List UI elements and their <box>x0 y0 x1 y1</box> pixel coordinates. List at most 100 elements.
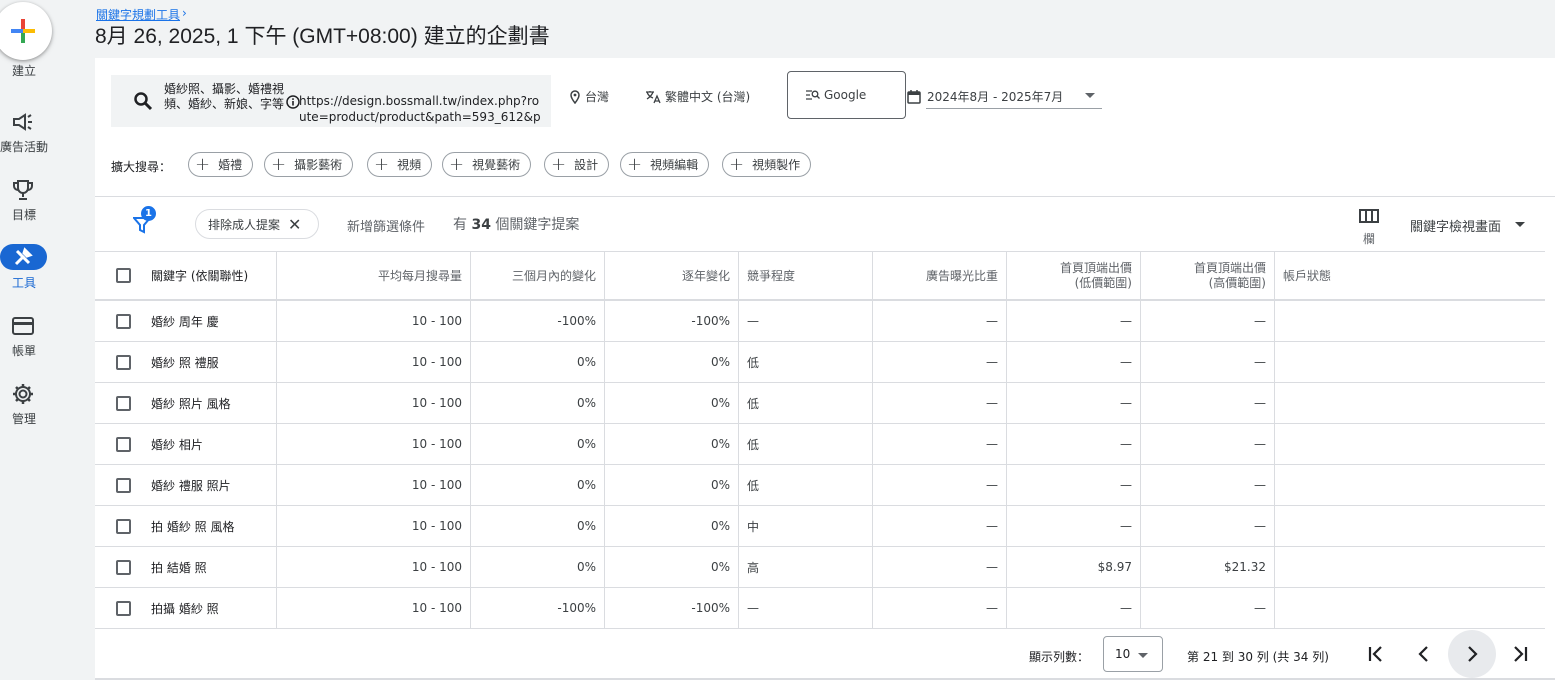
rail-item-admin[interactable]: 管理 <box>0 382 48 438</box>
gear-icon <box>11 382 35 406</box>
last-page-icon <box>1514 646 1528 662</box>
cell-impression-share: — <box>873 465 1007 505</box>
cell-bid-low: — <box>1007 424 1141 464</box>
column-header-impression-share[interactable]: 廣告曝光比重 <box>873 252 1007 299</box>
expand-chip[interactable]: + 視頻編輯 <box>620 152 710 177</box>
cell-avg-monthly: 10 - 100 <box>277 383 471 423</box>
expand-chip[interactable]: + 視頻製作 <box>722 152 812 177</box>
expand-chip[interactable]: + 設計 <box>544 152 610 177</box>
expand-chip[interactable]: + 攝影藝術 <box>264 152 354 177</box>
cell-competition: 低 <box>739 465 873 505</box>
active-filter-chip[interactable]: 排除成人提案 ✕ <box>195 209 319 239</box>
cell-bid-high: — <box>1141 383 1275 423</box>
column-header-bid-high[interactable]: 首頁頂端出價 (高價範圍) <box>1141 252 1275 299</box>
rows-per-page-select[interactable]: 10 <box>1103 636 1163 672</box>
column-header-competition[interactable]: 競爭程度 <box>739 252 873 299</box>
expand-chip[interactable]: + 婚禮 <box>188 152 254 177</box>
row-checkbox[interactable] <box>116 601 131 616</box>
cell-three-month: 0% <box>471 424 605 464</box>
date-range-selector[interactable]: 2024年8月 - 2025年7月 <box>907 88 1063 105</box>
keyword-view-selector[interactable]: 關鍵字檢視畫面 <box>1410 216 1501 235</box>
cell-account-status <box>1275 547 1545 587</box>
column-header-three-month[interactable]: 三個月內的變化 <box>471 252 605 299</box>
chevron-right-icon <box>1468 646 1478 662</box>
column-header-bid-low[interactable]: 首頁頂端出價 (低價範圍) <box>1007 252 1141 299</box>
language-selector[interactable]: 繁體中文 (台灣) <box>645 88 750 105</box>
columns-icon <box>1359 209 1379 223</box>
rail-item-campaigns[interactable]: 廣告活動 <box>0 110 48 166</box>
cell-avg-monthly: 10 - 100 <box>277 301 471 341</box>
column-header-avg-monthly[interactable]: 平均每月搜尋量 <box>277 252 471 299</box>
billing-icon <box>11 314 35 338</box>
columns-button[interactable] <box>1357 208 1381 227</box>
cell-account-status <box>1275 301 1545 341</box>
cell-yoy: -100% <box>605 301 739 341</box>
cell-avg-monthly: 10 - 100 <box>277 342 471 382</box>
expand-chip[interactable]: + 視覺藝術 <box>442 152 532 177</box>
cell-keyword: 拍 婚紗 照 風格 <box>143 506 277 546</box>
add-filter-button[interactable]: 新增篩選條件 <box>347 216 425 235</box>
table-row: 拍 婚紗 照 風格 10 - 100 0% 0% 中 — — — <box>95 506 1545 547</box>
rail-item-billing[interactable]: 帳單 <box>0 314 48 370</box>
row-checkbox[interactable] <box>116 314 131 329</box>
cell-bid-high: $21.32 <box>1141 547 1275 587</box>
first-page-button[interactable] <box>1352 630 1400 678</box>
next-page-button[interactable] <box>1448 630 1496 678</box>
cell-account-status <box>1275 465 1545 505</box>
select-all-checkbox[interactable] <box>116 268 131 283</box>
row-checkbox[interactable] <box>116 355 131 370</box>
cell-keyword: 婚紗 照 禮服 <box>143 342 277 382</box>
cell-account-status <box>1275 424 1545 464</box>
chevron-left-icon <box>1418 646 1428 662</box>
location-selector[interactable]: 台灣 <box>569 88 609 105</box>
results-count: 有 34 個關鍵字提案 <box>453 217 580 233</box>
keyword-table: 關鍵字 (依關聯性) 平均每月搜尋量 三個月內的變化 逐年變化 競爭程度 廣告曝… <box>95 251 1545 629</box>
previous-page-button[interactable] <box>1400 630 1448 678</box>
cell-account-status <box>1275 506 1545 546</box>
row-checkbox[interactable] <box>116 396 131 411</box>
column-header-account-status: 帳戶狀態 <box>1283 269 1332 283</box>
chevron-down-icon <box>1138 653 1148 658</box>
cell-impression-share: — <box>873 424 1007 464</box>
last-page-button[interactable] <box>1496 630 1544 678</box>
search-network-selector[interactable]: Google <box>787 71 906 119</box>
row-checkbox[interactable] <box>116 478 131 493</box>
cell-account-status <box>1275 342 1545 382</box>
cell-bid-high: — <box>1141 506 1275 546</box>
translate-icon <box>646 90 661 103</box>
plus-icon <box>11 19 35 43</box>
table-body: 婚紗 周年 慶 10 - 100 -100% -100% — — — — 婚紗 照 禮服 10 -… <box>95 301 1545 629</box>
table-row: 婚紗 周年 慶 10 - 100 -100% -100% — — — — <box>95 301 1545 342</box>
website-url: https://design.bossmall.tw/index.php?rou… <box>299 94 541 124</box>
cell-bid-high: — <box>1141 465 1275 505</box>
row-checkbox[interactable] <box>116 519 131 534</box>
info-icon[interactable] <box>286 95 300 109</box>
page-range-text: 第 21 到 30 列 (共 34 列) <box>1187 650 1329 664</box>
expand-chip[interactable]: + 視頻 <box>367 152 433 177</box>
row-checkbox[interactable] <box>116 437 131 452</box>
cell-three-month: 0% <box>471 383 605 423</box>
table-row: 婚紗 照片 風格 10 - 100 0% 0% 低 — — — <box>95 383 1545 424</box>
cell-three-month: 0% <box>471 506 605 546</box>
cell-competition: 中 <box>739 506 873 546</box>
cell-avg-monthly: 10 - 100 <box>277 547 471 587</box>
keyword-search-field[interactable]: 婚紗照、攝影、婚禮視頻、婚紗、新娘、字等 https://design.boss… <box>111 75 551 127</box>
rail-item-goals[interactable]: 目標 <box>0 178 48 234</box>
cell-account-status <box>1275 383 1545 423</box>
location-pin-icon <box>570 89 580 104</box>
plus-icon: + <box>449 153 465 175</box>
column-header-yoy[interactable]: 逐年變化 <box>605 252 739 299</box>
cell-three-month: -100% <box>471 588 605 628</box>
cell-keyword: 婚紗 禮服 照片 <box>143 465 277 505</box>
close-icon[interactable]: ✕ <box>288 215 301 234</box>
rail-item-tools[interactable]: 工具 <box>0 244 48 300</box>
cell-bid-low: — <box>1007 301 1141 341</box>
table-row: 婚紗 照 禮服 10 - 100 0% 0% 低 — — — <box>95 342 1545 383</box>
table-row: 婚紗 相片 10 - 100 0% 0% 低 — — — <box>95 424 1545 465</box>
row-checkbox[interactable] <box>116 560 131 575</box>
column-header-keyword[interactable]: 關鍵字 (依關聯性) <box>143 252 277 299</box>
create-button[interactable] <box>0 2 52 60</box>
cell-avg-monthly: 10 - 100 <box>277 506 471 546</box>
cell-impression-share: — <box>873 506 1007 546</box>
cell-impression-share: — <box>873 383 1007 423</box>
